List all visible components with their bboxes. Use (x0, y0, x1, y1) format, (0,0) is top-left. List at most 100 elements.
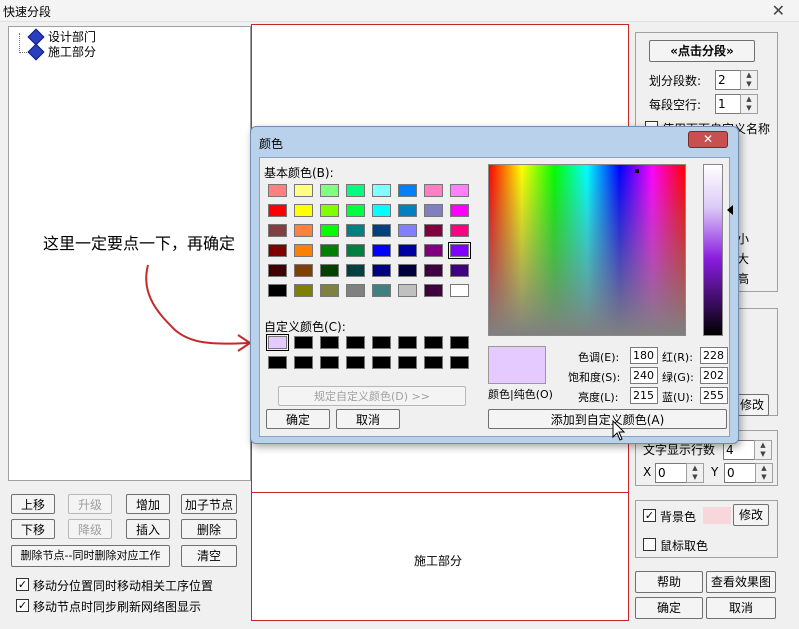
color-swatch[interactable] (448, 242, 471, 259)
color-swatch[interactable] (398, 224, 417, 237)
color-swatch[interactable] (398, 264, 417, 277)
demote-button[interactable]: 降级 (68, 519, 112, 539)
color-swatch[interactable] (320, 336, 339, 349)
clear-button[interactable]: 清空 (181, 545, 237, 567)
color-swatch[interactable] (346, 224, 365, 237)
color-spectrum[interactable] (488, 164, 686, 336)
color-swatch[interactable] (268, 244, 287, 257)
color-swatch[interactable] (320, 264, 339, 277)
text-rows-stepper[interactable]: ▲ ▼ (754, 440, 772, 460)
y-stepper[interactable]: ▲ ▼ (755, 463, 773, 483)
color-swatch[interactable] (294, 264, 313, 277)
color-swatch[interactable] (346, 184, 365, 197)
ok-button[interactable]: 确定 (635, 597, 703, 619)
refresh-sync-checkbox[interactable]: ✓ (16, 599, 29, 612)
color-swatch[interactable] (398, 204, 417, 217)
color-swatch[interactable] (450, 284, 469, 297)
color-swatch[interactable] (372, 204, 391, 217)
color-swatch[interactable] (268, 356, 287, 369)
color-swatch[interactable] (346, 244, 365, 257)
color-swatch[interactable] (450, 184, 469, 197)
define-custom-button[interactable]: 规定自定义颜色(D) >> (278, 386, 466, 406)
color-swatch[interactable] (372, 356, 391, 369)
promote-button[interactable]: 升级 (68, 494, 112, 514)
color-swatch[interactable] (372, 244, 391, 257)
color-swatch[interactable] (424, 336, 443, 349)
color-swatch[interactable] (372, 224, 391, 237)
color-swatch[interactable] (450, 264, 469, 277)
luminance-pointer-icon[interactable] (727, 205, 733, 215)
color-swatch[interactable] (320, 204, 339, 217)
color-swatch[interactable] (424, 284, 443, 297)
move-up-button[interactable]: 上移 (11, 494, 55, 514)
dialog-cancel-button[interactable]: 取消 (336, 409, 400, 429)
color-swatch[interactable] (450, 356, 469, 369)
x-stepper[interactable]: ▲ ▼ (686, 463, 704, 483)
dialog-ok-button[interactable]: 确定 (266, 409, 330, 429)
color-swatch[interactable] (320, 184, 339, 197)
hue-input[interactable]: 180 (630, 347, 658, 364)
segments-input[interactable]: 2 (715, 70, 741, 90)
color-swatch[interactable] (346, 264, 365, 277)
bg-color-swatch[interactable] (703, 507, 731, 524)
color-swatch[interactable] (398, 184, 417, 197)
color-swatch[interactable] (346, 204, 365, 217)
close-icon[interactable]: ✕ (772, 1, 785, 20)
color-swatch[interactable] (398, 244, 417, 257)
color-swatch[interactable] (268, 284, 287, 297)
green-input[interactable]: 202 (700, 367, 728, 384)
color-swatch[interactable] (424, 184, 443, 197)
color-swatch[interactable] (320, 244, 339, 257)
color-swatch[interactable] (294, 204, 313, 217)
color-swatch[interactable] (294, 284, 313, 297)
color-swatch[interactable] (346, 336, 365, 349)
color-swatch[interactable] (450, 336, 469, 349)
tree-item[interactable]: 施工部分 (48, 43, 96, 60)
delete-button[interactable]: 删除 (181, 519, 237, 539)
delete-sync-button[interactable]: 删除节点--同时删除对应工作 (11, 545, 170, 567)
color-swatch[interactable] (424, 244, 443, 257)
click-segment-button[interactable]: «点击分段» (649, 40, 755, 62)
color-swatch[interactable] (294, 244, 313, 257)
color-swatch[interactable] (398, 284, 417, 297)
add-custom-color-button[interactable]: 添加到自定义颜色(A) (488, 409, 727, 429)
add-button[interactable]: 增加 (126, 494, 170, 514)
color-swatch[interactable] (346, 356, 365, 369)
color-swatch[interactable] (346, 284, 365, 297)
blue-input[interactable]: 255 (700, 387, 728, 404)
color-swatch[interactable] (372, 336, 391, 349)
color-swatch[interactable] (372, 184, 391, 197)
color-swatch[interactable] (294, 336, 313, 349)
color-swatch[interactable] (268, 204, 287, 217)
x-input[interactable]: 0 (655, 463, 687, 483)
color-swatch[interactable] (294, 356, 313, 369)
color-swatch[interactable] (372, 264, 391, 277)
help-button[interactable]: 帮助 (635, 571, 703, 593)
modify-button-1[interactable]: 修改 (735, 394, 769, 416)
dialog-close-button[interactable]: ✕ (688, 131, 728, 148)
y-input[interactable]: 0 (724, 463, 756, 483)
blank-rows-input[interactable]: 1 (715, 94, 741, 114)
cancel-button[interactable]: 取消 (706, 597, 776, 619)
color-swatch[interactable] (268, 264, 287, 277)
mouse-pick-checkbox[interactable] (643, 538, 656, 551)
move-down-button[interactable]: 下移 (11, 519, 55, 539)
color-swatch[interactable] (398, 336, 417, 349)
color-swatch[interactable] (268, 184, 287, 197)
color-swatch[interactable] (372, 284, 391, 297)
color-swatch[interactable] (450, 224, 469, 237)
blank-rows-stepper[interactable]: ▲ ▼ (740, 94, 758, 114)
preview-button[interactable]: 查看效果图 (706, 571, 776, 593)
color-swatch[interactable] (424, 264, 443, 277)
color-swatch[interactable] (320, 356, 339, 369)
color-swatch[interactable] (320, 284, 339, 297)
color-swatch[interactable] (450, 204, 469, 217)
color-swatch[interactable] (424, 224, 443, 237)
color-swatch[interactable] (294, 224, 313, 237)
color-swatch[interactable] (266, 334, 289, 351)
color-swatch[interactable] (268, 224, 287, 237)
color-swatch[interactable] (424, 204, 443, 217)
modify-button-2[interactable]: 修改 (733, 504, 769, 526)
lum-input[interactable]: 215 (630, 387, 658, 404)
luminance-bar[interactable] (703, 164, 723, 336)
